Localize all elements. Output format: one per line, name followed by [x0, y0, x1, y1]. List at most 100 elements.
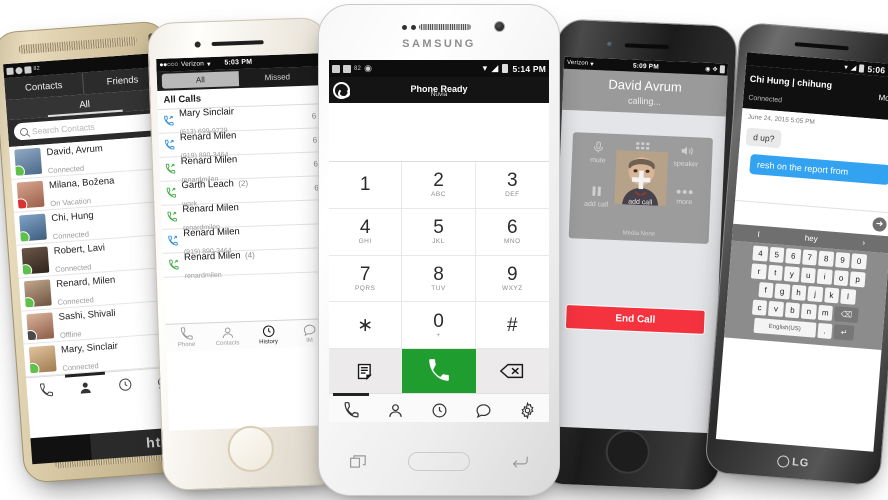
- backspace-key[interactable]: ⌫: [833, 306, 860, 324]
- nav-phone-icon[interactable]: [27, 382, 67, 400]
- key[interactable]: n: [801, 303, 817, 320]
- battery-percent: 82: [354, 65, 362, 72]
- key[interactable]: 7: [801, 249, 818, 266]
- back-button[interactable]: [512, 455, 528, 468]
- nav-chat-icon[interactable]: [461, 394, 505, 422]
- contact-name: Robert, Lavi: [53, 242, 106, 258]
- contact-name: Milana, Božena: [48, 175, 115, 192]
- recent-apps-button[interactable]: [350, 454, 366, 468]
- key[interactable]: j: [807, 285, 823, 303]
- screenshot-status-icon: [343, 64, 351, 73]
- key[interactable]: t: [767, 264, 784, 281]
- suggestion-item[interactable]: hey: [785, 232, 838, 245]
- call-button[interactable]: [402, 349, 476, 393]
- mute-button[interactable]: mute: [575, 139, 621, 181]
- end-call-button[interactable]: End Call: [564, 304, 706, 335]
- dial-key-2[interactable]: 2 ABC: [402, 162, 476, 209]
- key[interactable]: k: [823, 287, 840, 304]
- more-button[interactable]: more: [661, 187, 707, 229]
- key[interactable]: b: [784, 302, 801, 319]
- contact-name: Mary, Sinclair: [60, 340, 119, 356]
- dial-key-6[interactable]: 6 MNO: [475, 208, 549, 256]
- mail-status-icon: [24, 65, 32, 74]
- tab-contacts[interactable]: Contacts: [206, 322, 248, 350]
- key[interactable]: 6: [785, 248, 802, 265]
- dial-display-field[interactable]: [329, 103, 549, 161]
- tab-phone[interactable]: Phone: [165, 323, 207, 351]
- on-screen-keyboard[interactable]: 4 5 6 7 8 9 0 r t y u i o p f g h j k l …: [724, 240, 888, 351]
- dial-key-star[interactable]: ∗: [329, 302, 403, 349]
- dial-key-5[interactable]: 5 JKL: [402, 208, 476, 256]
- samsung-phone: SAMSUNG 82 ◉ ▾ ◢ 5:14 PM Phone Ready Nuv…: [318, 4, 560, 496]
- dial-key-0[interactable]: 0 +: [402, 302, 476, 349]
- outgoing-call-icon: [168, 259, 179, 270]
- nav-gear-icon[interactable]: [505, 394, 549, 422]
- key-digit: 1: [359, 173, 371, 195]
- dial-key-8[interactable]: 8 TUV: [402, 255, 476, 303]
- key-digit: 4: [359, 217, 371, 239]
- period-key[interactable]: .: [817, 322, 833, 339]
- dial-action-row[interactable]: [329, 349, 549, 393]
- backspace-button[interactable]: [475, 349, 549, 393]
- iphone-tab-bar[interactable]: Phone Contacts History IM: [165, 318, 331, 352]
- key[interactable]: y: [784, 266, 800, 283]
- key[interactable]: i: [816, 268, 833, 285]
- control-label: speaker: [673, 160, 699, 169]
- key[interactable]: h: [790, 284, 807, 301]
- samsung-bottom-nav[interactable]: [329, 393, 549, 422]
- nav-contacts-icon[interactable]: [373, 394, 417, 422]
- more-button[interactable]: More: [878, 93, 888, 103]
- note-icon-button[interactable]: [329, 349, 403, 393]
- speaker-button[interactable]: speaker: [663, 143, 709, 185]
- key[interactable]: r: [751, 263, 767, 280]
- incall-controls-area: mute speaker add call more add call Medi…: [557, 110, 726, 245]
- key[interactable]: c: [751, 299, 768, 316]
- key[interactable]: m: [817, 304, 834, 321]
- key-letters: TUV: [431, 284, 446, 292]
- dial-key-9[interactable]: 9 WXYZ: [475, 255, 549, 303]
- segment-all[interactable]: All: [161, 71, 240, 89]
- avatar: [19, 213, 47, 242]
- key[interactable]: f: [757, 282, 774, 299]
- caller-name: Renard Milen: [180, 153, 238, 167]
- key[interactable]: 5: [768, 246, 785, 263]
- samsung-hardware-buttons[interactable]: [329, 440, 549, 482]
- caller-name: Renard Milen: [179, 129, 237, 143]
- dial-key-hash[interactable]: #: [475, 302, 549, 349]
- key[interactable]: g: [774, 283, 790, 300]
- nav-history-icon[interactable]: [105, 376, 145, 394]
- dial-key-1[interactable]: 1: [329, 162, 403, 209]
- signal-icon: ◢: [850, 64, 857, 72]
- key[interactable]: l: [840, 288, 856, 305]
- control-label: more: [676, 198, 693, 207]
- suggestion-more-icon[interactable]: ›: [837, 236, 888, 249]
- nav-history-icon[interactable]: [417, 394, 461, 422]
- key[interactable]: o: [833, 270, 849, 287]
- key[interactable]: 9: [834, 252, 851, 269]
- dial-key-3[interactable]: 3 DEF: [475, 162, 549, 209]
- hold-button[interactable]: add call: [573, 183, 619, 225]
- key[interactable]: 0: [851, 253, 867, 270]
- segment-missed[interactable]: Missed: [239, 68, 316, 86]
- presence-offline-icon: [26, 329, 38, 341]
- key[interactable]: u: [800, 267, 817, 284]
- suggestion-item[interactable]: I: [732, 228, 785, 241]
- call-count: (4): [244, 250, 255, 260]
- tab-history[interactable]: History: [247, 321, 289, 349]
- enter-key[interactable]: ↵: [833, 324, 855, 341]
- key[interactable]: v: [768, 300, 784, 318]
- dial-key-4[interactable]: 4 GHI: [329, 208, 403, 256]
- space-key[interactable]: English(US): [753, 317, 817, 338]
- nav-contacts-icon[interactable]: [66, 379, 106, 397]
- key[interactable]: p: [849, 271, 866, 288]
- plus-icon: [630, 168, 653, 191]
- send-icon[interactable]: ➜: [872, 216, 888, 232]
- dialpad[interactable]: 1 2 ABC 3 DEF 4 GHI 5 JKL 6 MNO 7 PQRS 8 TUV 9W…: [329, 161, 549, 349]
- nav-phone-icon[interactable]: [329, 394, 373, 422]
- dial-key-7[interactable]: 7 PQRS: [329, 255, 403, 303]
- home-button[interactable]: [408, 451, 470, 471]
- key[interactable]: 8: [818, 250, 834, 267]
- key[interactable]: 4: [752, 245, 769, 262]
- call-row[interactable]: Renard Milen (4) renardmilen: [162, 248, 328, 280]
- incall-control-grid[interactable]: mute speaker add call more add call Medi…: [568, 132, 713, 244]
